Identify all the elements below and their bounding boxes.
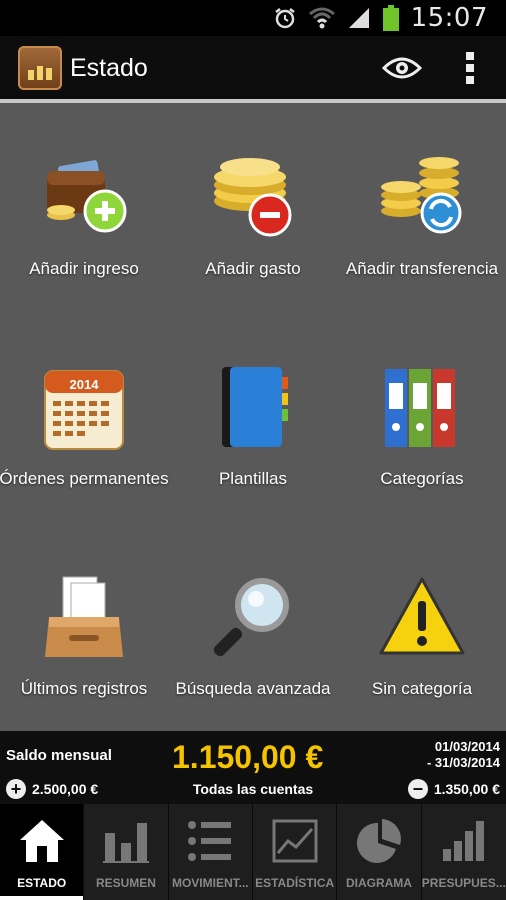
tile-add-transfer[interactable]: Añadir transferencia	[338, 103, 506, 303]
bar-chart-icon	[102, 823, 149, 863]
expense-amount: 1.350,00 €	[433, 781, 500, 797]
tab-label: MOVIMIENT...	[171, 876, 249, 890]
tile-templates[interactable]: Plantillas	[169, 313, 337, 513]
tab-movimientos[interactable]: MOVIMIENT...	[169, 804, 253, 900]
tile-label: Añadir transferencia	[345, 259, 499, 278]
action-bar: Estado	[0, 36, 506, 100]
tab-resumen[interactable]: RESUMEN	[84, 804, 169, 900]
tile-add-expense[interactable]: Añadir gasto	[169, 103, 337, 303]
tab-label: ESTADO	[17, 876, 67, 890]
binders-icon	[385, 369, 455, 447]
list-icon	[188, 821, 232, 861]
tab-presupuestos[interactable]: PRESUPUES...	[422, 804, 506, 900]
dashboard-grid: Añadir ingreso Añadir gasto Añadir trans…	[0, 103, 506, 731]
status-bar: 15:07	[0, 0, 506, 36]
clock: 15:07	[410, 3, 488, 33]
page-title: Estado	[70, 53, 148, 82]
battery-icon	[382, 5, 399, 31]
tile-add-income[interactable]: Añadir ingreso	[0, 103, 168, 303]
tile-label: Sin categoría	[371, 679, 473, 698]
tile-label: Búsqueda avanzada	[175, 679, 331, 698]
tile-standing-orders[interactable]: 2014 Órdenes permanentes	[0, 313, 169, 513]
tab-label: ESTADÍSTICA	[255, 876, 335, 890]
balance-amount: 1.150,00 €	[172, 739, 324, 775]
line-chart-icon	[272, 819, 318, 863]
overflow-menu-icon[interactable]	[466, 52, 474, 84]
alarm-icon	[274, 8, 295, 29]
eye-icon[interactable]	[382, 56, 422, 80]
calendar-icon: 2014	[44, 370, 124, 450]
tab-label: RESUMEN	[95, 876, 156, 890]
magnifier-icon	[213, 578, 289, 657]
tab-estadistica[interactable]: ESTADÍSTICA	[253, 804, 338, 900]
minus-circle-icon: −	[407, 779, 428, 799]
wifi-icon	[308, 7, 335, 29]
tab-estado[interactable]: ESTADO	[0, 804, 85, 900]
coins-transfer-icon	[381, 157, 462, 234]
signal-icon	[348, 8, 369, 28]
coins-remove-icon	[214, 158, 292, 237]
inbox-tray-icon	[45, 576, 123, 657]
budget-bars-icon	[442, 821, 484, 861]
calendar-year-text: 2014	[70, 377, 100, 392]
pie-chart-icon	[356, 819, 401, 863]
home-icon	[19, 820, 64, 862]
tile-label: Categorías	[380, 469, 464, 488]
tab-diagrama[interactable]: DIAGRAMA	[337, 804, 422, 900]
tile-last-records[interactable]: Últimos registros	[0, 523, 168, 723]
monthly-balance-panel[interactable]: Saldo mensual 1.150,00 € 01/03/2014 - 31…	[0, 731, 506, 804]
tile-label: Órdenes permanentes	[0, 469, 169, 488]
warning-icon	[379, 577, 465, 655]
tile-advanced-search[interactable]: Búsqueda avanzada	[169, 523, 337, 723]
expense-total: − 1.350,00 €	[407, 779, 500, 799]
date-from: 01/03/2014	[434, 739, 500, 754]
tile-label: Añadir gasto	[205, 259, 301, 278]
tab-label: DIAGRAMA	[345, 876, 412, 890]
wallet-add-icon	[47, 160, 127, 233]
app-logo-icon[interactable]	[18, 46, 62, 90]
tile-label: Plantillas	[218, 469, 288, 488]
notebook-icon	[222, 367, 288, 447]
active-tab-indicator	[0, 896, 84, 900]
tile-uncategorized[interactable]: Sin categoría	[338, 523, 506, 723]
tile-label: Añadir ingreso	[29, 259, 139, 278]
bottom-tab-bar: ESTADO RESUMEN MOVIMIENT... ESTADÍSTICA …	[0, 804, 506, 900]
tile-label: Últimos registros	[20, 679, 148, 698]
balance-label: Saldo mensual	[6, 747, 112, 764]
date-range[interactable]: 01/03/2014 - 31/03/2014	[427, 739, 500, 771]
tab-label: PRESUPUES...	[421, 876, 506, 890]
tile-categories[interactable]: Categorías	[338, 313, 506, 513]
date-to: - 31/03/2014	[426, 755, 500, 770]
